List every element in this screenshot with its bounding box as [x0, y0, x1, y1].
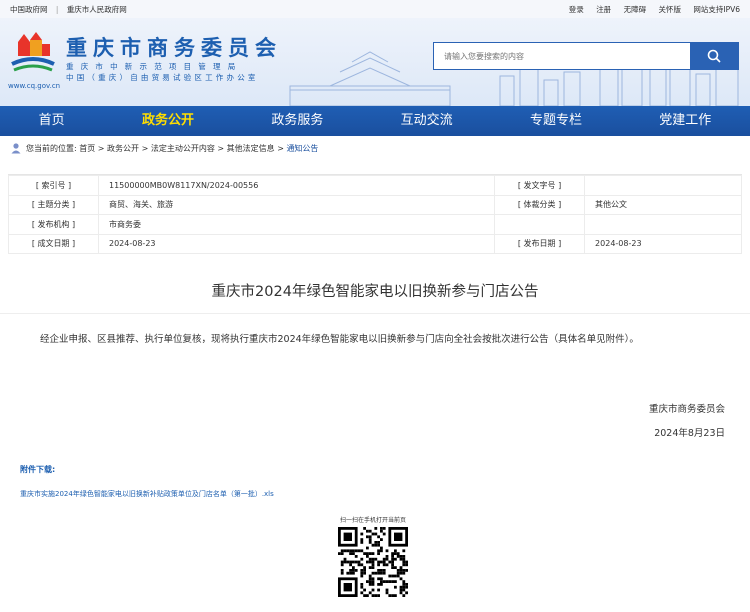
nav-gov-affairs[interactable]: 政务公开	[134, 106, 202, 136]
site-url: www.cq.gov.cn	[8, 82, 61, 90]
meta-value: 商贸、海关、旅游	[97, 194, 496, 215]
nav-interaction[interactable]: 互动交流	[393, 106, 461, 136]
nav-topics[interactable]: 专题专栏	[522, 106, 590, 136]
nav-party-building[interactable]: 党建工作	[651, 106, 719, 136]
login-link[interactable]: 登录	[569, 5, 584, 14]
care-mode-link[interactable]: 关怀版	[658, 5, 681, 14]
site-subtitle-1: 重庆市中新示范项目管理局	[66, 62, 243, 71]
article-signature: 重庆市商务委员会 2024年8月23日	[0, 398, 750, 446]
meta-value: 2024-08-23	[584, 233, 742, 254]
meta-value: 其他公文	[584, 194, 742, 215]
ipv6-support-text: 网站支持IPV6	[693, 4, 740, 14]
meta-table: [ 索引号 ] 11500000MB0W8117XN/2024-00556 [ …	[8, 175, 742, 254]
site-header: 重庆市商务委员会 重庆市中新示范项目管理局 中国（重庆）自由贸易试验区工作办公室…	[0, 18, 750, 106]
signer: 重庆市商务委员会	[648, 404, 725, 415]
breadcrumb-sep: >	[217, 143, 225, 153]
meta-key: [ 发布日期 ]	[494, 233, 586, 254]
search-bar	[433, 42, 739, 70]
qr-caption: 扫一扫在手机打开当前页	[339, 517, 406, 524]
breadcrumb-other-info[interactable]: 其他法定信息	[227, 143, 275, 154]
meta-key: [ 发文字号 ]	[494, 175, 586, 196]
accessibility-link[interactable]: 无障碍	[624, 5, 647, 14]
nav-home[interactable]: 首页	[31, 106, 73, 136]
search-icon	[707, 49, 721, 63]
breadcrumb-home[interactable]: 首页	[79, 143, 95, 154]
meta-value	[584, 175, 742, 196]
attachment-label: 附件下载:	[20, 465, 56, 474]
top-links-right: 登录 注册 无障碍 关怀版 网站支持IPV6	[559, 4, 740, 15]
nav-gov-services[interactable]: 政务服务	[263, 106, 331, 136]
meta-value	[584, 214, 742, 235]
top-links-left: 中国政府网 | 重庆市人民政府网	[10, 4, 133, 15]
document-meta: [ 索引号 ] 11500000MB0W8117XN/2024-00556 [ …	[8, 174, 742, 254]
meta-key: [ 索引号 ]	[8, 175, 99, 196]
search-button[interactable]	[690, 43, 738, 69]
qr-code-icon	[338, 527, 408, 597]
breadcrumb-label: 您当前的位置:	[26, 143, 77, 153]
breadcrumb-sep: >	[97, 143, 105, 153]
breadcrumb: 您当前的位置: 首页 > 政务公开 > 法定主动公开内容 > 其他法定信息 > …	[0, 136, 750, 160]
main-nav: 首页 政务公开 政务服务 互动交流 专题专栏 党建工作	[0, 106, 750, 136]
meta-value: 11500000MB0W8117XN/2024-00556	[97, 175, 496, 196]
register-link[interactable]: 注册	[596, 5, 611, 14]
table-row: [ 索引号 ] 11500000MB0W8117XN/2024-00556 [ …	[8, 175, 742, 196]
breadcrumb-gov-affairs[interactable]: 政务公开	[107, 143, 139, 154]
top-bar: 中国政府网 | 重庆市人民政府网 登录 注册 无障碍 关怀版 网站支持IPV6	[0, 0, 750, 18]
user-location-icon	[11, 143, 21, 154]
meta-key: [ 发布机构 ]	[8, 214, 99, 235]
article-title: 重庆市2024年绿色智能家电以旧换新参与门店公告	[0, 280, 750, 314]
search-input[interactable]	[434, 43, 690, 69]
breadcrumb-sep: >	[141, 143, 149, 153]
table-row: [ 主题分类 ] 商贸、海关、旅游 [ 体裁分类 ] 其他公文	[8, 194, 742, 215]
table-row: [ 成文日期 ] 2024-08-23 [ 发布日期 ] 2024-08-23	[8, 233, 742, 254]
table-row: [ 发布机构 ] 市商务委	[8, 214, 742, 235]
divider: |	[55, 4, 59, 14]
meta-key: [ 成文日期 ]	[8, 233, 99, 254]
link-gov-cn[interactable]: 中国政府网	[10, 5, 48, 14]
link-cq-gov[interactable]: 重庆市人民政府网	[67, 5, 127, 14]
attachment-link[interactable]: 重庆市实施2024年绿色智能家电以旧换新补贴政策单位及门店名单（第一批）.xls	[20, 489, 750, 499]
meta-key	[494, 214, 586, 235]
site-subtitle-2: 中国（重庆）自由贸易试验区工作办公室	[66, 73, 259, 82]
breadcrumb-sep: >	[277, 143, 284, 153]
breadcrumb-statutory[interactable]: 法定主动公开内容	[151, 143, 215, 154]
qr-code-block: 扫一扫在手机打开当前页	[337, 515, 409, 601]
meta-value: 市商务委	[97, 214, 496, 235]
meta-value: 2024-08-23	[97, 233, 496, 254]
meta-key: [ 主题分类 ]	[8, 194, 99, 215]
site-logo-icon[interactable]	[8, 30, 58, 80]
sign-date: 2024年8月23日	[654, 428, 725, 439]
site-title: 重庆市商务委员会	[66, 36, 282, 60]
article-body: 经企业申报、区县推荐、执行单位复核，现将执行重庆市2024年绿色智能家电以旧换新…	[40, 334, 639, 345]
meta-key: [ 体裁分类 ]	[494, 194, 586, 215]
breadcrumb-current[interactable]: 通知公告	[286, 143, 318, 154]
